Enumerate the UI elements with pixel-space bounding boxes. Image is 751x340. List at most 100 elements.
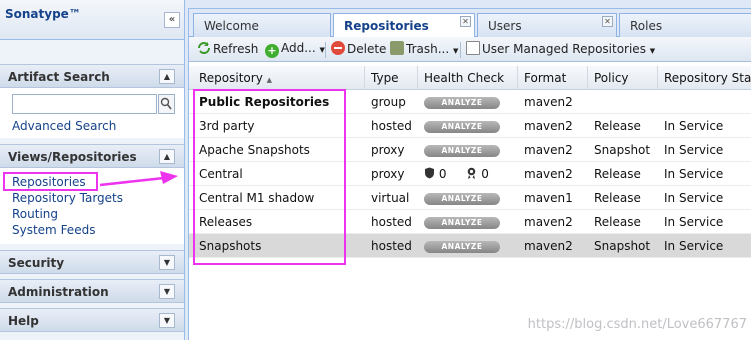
cell-type: proxy <box>371 143 405 157</box>
cell-type: group <box>371 95 406 109</box>
tab-users-label: Users <box>488 19 522 33</box>
cell-type: virtual <box>371 191 410 205</box>
health-check-cell: ANALYZE <box>418 210 518 233</box>
cell-policy: Release <box>594 119 641 133</box>
expand-down-icon[interactable]: ▼ <box>159 284 175 299</box>
tab-users[interactable]: Users ✕ <box>477 13 617 37</box>
refresh-label: Refresh <box>213 42 259 56</box>
column-header-repository-status[interactable]: Repository Status <box>658 66 751 90</box>
security-shield-icon <box>425 167 434 179</box>
close-icon[interactable]: ✕ <box>460 16 471 27</box>
close-icon[interactable]: ✕ <box>602 16 613 27</box>
user-managed-repositories-dropdown[interactable]: User Managed Repositories ▼ <box>466 41 655 58</box>
cell-type: hosted <box>371 215 412 229</box>
cell-policy: Release <box>594 167 641 181</box>
cell-type: hosted <box>371 119 412 133</box>
cell-status: In Service <box>664 191 724 205</box>
expand-down-icon[interactable]: ▼ <box>159 313 175 328</box>
cell-status: In Service <box>664 239 724 253</box>
health-check-cell: ANALYZE <box>418 114 518 137</box>
security-issue-count: 0 <box>438 167 447 181</box>
column-header-type[interactable]: Type <box>365 66 418 90</box>
license-issue-count: 0 <box>481 167 489 181</box>
views-repositories-title: Views/Repositories <box>8 150 137 164</box>
analyze-button[interactable]: ANALYZE <box>424 145 500 157</box>
column-header-repository[interactable]: Repository ▲ <box>189 66 365 90</box>
cell-format: maven2 <box>524 143 573 157</box>
column-type-label: Type <box>371 71 399 85</box>
analyze-button[interactable]: ANALYZE <box>424 241 500 253</box>
highlight-box-repositories-link <box>3 172 98 191</box>
cell-status: In Service <box>664 215 724 229</box>
grid-header-row: Repository ▲ Type Health Check Format Po… <box>189 66 751 90</box>
cell-format: maven2 <box>524 215 573 229</box>
tab-welcome[interactable]: Welcome <box>193 13 331 37</box>
column-health-check-label: Health Check <box>424 71 505 85</box>
security-header[interactable]: Security ▼ <box>0 250 184 274</box>
analyze-button[interactable]: ANALYZE <box>424 121 500 133</box>
column-policy-label: Policy <box>594 71 629 85</box>
add-dropdown-button[interactable]: + Add... ▼ <box>265 41 325 58</box>
add-icon: + <box>265 44 279 58</box>
health-check-cell: ANALYZE <box>418 90 518 113</box>
cell-format: maven1 <box>524 191 573 205</box>
collapse-up-icon[interactable]: ▲ <box>159 149 175 164</box>
nav-system-feeds-link[interactable]: System Feeds <box>12 222 176 238</box>
trash-icon <box>390 41 404 55</box>
analyze-button[interactable]: ANALYZE <box>424 217 500 229</box>
collapse-up-icon[interactable]: ▲ <box>159 69 175 84</box>
artifact-search-title: Artifact Search <box>8 70 110 84</box>
views-repositories-header[interactable]: Views/Repositories ▲ <box>0 144 184 168</box>
refresh-icon <box>198 42 210 54</box>
tab-repositories[interactable]: Repositories ✕ <box>333 13 475 38</box>
cell-policy: Snapshot <box>594 239 651 253</box>
help-title: Help <box>8 314 39 328</box>
artifact-search-input[interactable] <box>12 94 157 114</box>
chevron-down-icon: ▼ <box>452 47 459 55</box>
app-title: Sonatype™ <box>5 7 81 21</box>
search-icon[interactable] <box>158 94 175 114</box>
cell-status: In Service <box>664 143 724 157</box>
health-check-cell: ANALYZE <box>418 138 518 161</box>
highlight-box-repository-names <box>193 89 346 265</box>
column-repository-status-label: Repository Status <box>664 71 751 85</box>
cell-policy: Release <box>594 215 641 229</box>
security-title: Security <box>8 256 65 270</box>
repositories-toolbar: Refresh + Add... ▼ Delete Trash... ▼ User… <box>189 37 751 62</box>
cell-status <box>658 90 751 113</box>
toolbar-separator <box>325 42 326 58</box>
column-header-format[interactable]: Format <box>518 66 588 90</box>
trash-label: Trash... <box>406 42 450 56</box>
tab-repositories-label: Repositories <box>344 19 429 33</box>
artifact-search-header[interactable]: Artifact Search ▲ <box>0 64 184 88</box>
cell-type: proxy <box>371 167 405 181</box>
arrow-annotation <box>99 171 178 187</box>
watermark-text: https://blog.csdn.net/Love667767 <box>527 317 747 332</box>
help-header[interactable]: Help ▼ <box>0 308 184 332</box>
license-ribbon-icon <box>468 167 476 179</box>
delete-button[interactable]: Delete <box>331 41 386 58</box>
administration-header[interactable]: Administration ▼ <box>0 279 184 303</box>
add-label: Add... <box>281 41 316 55</box>
artifact-search-body: Advanced Search <box>0 88 184 138</box>
sort-asc-icon: ▲ <box>266 76 273 84</box>
repository-list-icon <box>466 41 480 55</box>
tab-roles[interactable]: Roles <box>619 13 751 37</box>
nav-repository-targets-link[interactable]: Repository Targets <box>12 190 176 206</box>
tab-roles-label: Roles <box>630 19 663 33</box>
app-title-bar: Sonatype™ « <box>0 0 184 40</box>
collapse-panel-button[interactable]: « <box>164 12 180 28</box>
column-header-policy[interactable]: Policy <box>588 66 658 90</box>
analyze-button[interactable]: ANALYZE <box>424 97 500 109</box>
cell-policy: Release <box>594 191 641 205</box>
column-header-health-check[interactable]: Health Check <box>418 66 518 90</box>
nav-routing-link[interactable]: Routing <box>12 206 176 222</box>
trash-dropdown-button[interactable]: Trash... ▼ <box>390 41 458 58</box>
chevron-down-icon: ▼ <box>649 47 656 55</box>
advanced-search-link[interactable]: Advanced Search <box>12 118 176 134</box>
cell-policy: Snapshot <box>594 143 651 157</box>
health-check-cell: 0 0 <box>418 162 518 185</box>
analyze-button[interactable]: ANALYZE <box>424 193 500 205</box>
refresh-button[interactable]: Refresh <box>197 41 258 58</box>
expand-down-icon[interactable]: ▼ <box>159 255 175 270</box>
